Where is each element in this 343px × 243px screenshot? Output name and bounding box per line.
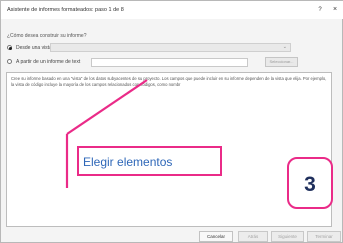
cancel-button[interactable]: Cancelar — [199, 231, 233, 242]
from-text-report-label: A partir de un informe de text — [16, 59, 81, 65]
from-text-report-radio[interactable] — [7, 59, 12, 64]
back-button[interactable]: Atrás — [238, 231, 268, 242]
description-text: Cree su informe basado en una "vista" de… — [11, 76, 327, 87]
step-badge: 3 — [287, 157, 333, 209]
from-view-radio[interactable] — [7, 45, 12, 50]
from-view-label: Desde una vista — [16, 45, 52, 51]
chevron-down-icon: ⌄ — [282, 44, 287, 50]
step-number: 3 — [304, 173, 316, 196]
close-button[interactable]: × — [330, 5, 340, 15]
help-button[interactable]: ? — [315, 5, 325, 15]
select-report-button[interactable]: Seleccionar... — [265, 57, 298, 67]
view-select[interactable]: ⌄ — [50, 43, 291, 52]
annotation-callout: Elegir elementos — [77, 146, 222, 176]
title-bar: Asistente de informes formateados: paso … — [1, 1, 343, 19]
build-question: ¿Cómo desea construir su informe? — [7, 33, 87, 39]
dialog-title: Asistente de informes formateados: paso … — [7, 7, 124, 13]
callout-text: Elegir elementos — [83, 155, 173, 169]
finish-button[interactable]: Terminar — [307, 231, 341, 242]
text-report-input[interactable] — [91, 58, 248, 67]
next-button[interactable]: Siguiente — [271, 231, 304, 242]
